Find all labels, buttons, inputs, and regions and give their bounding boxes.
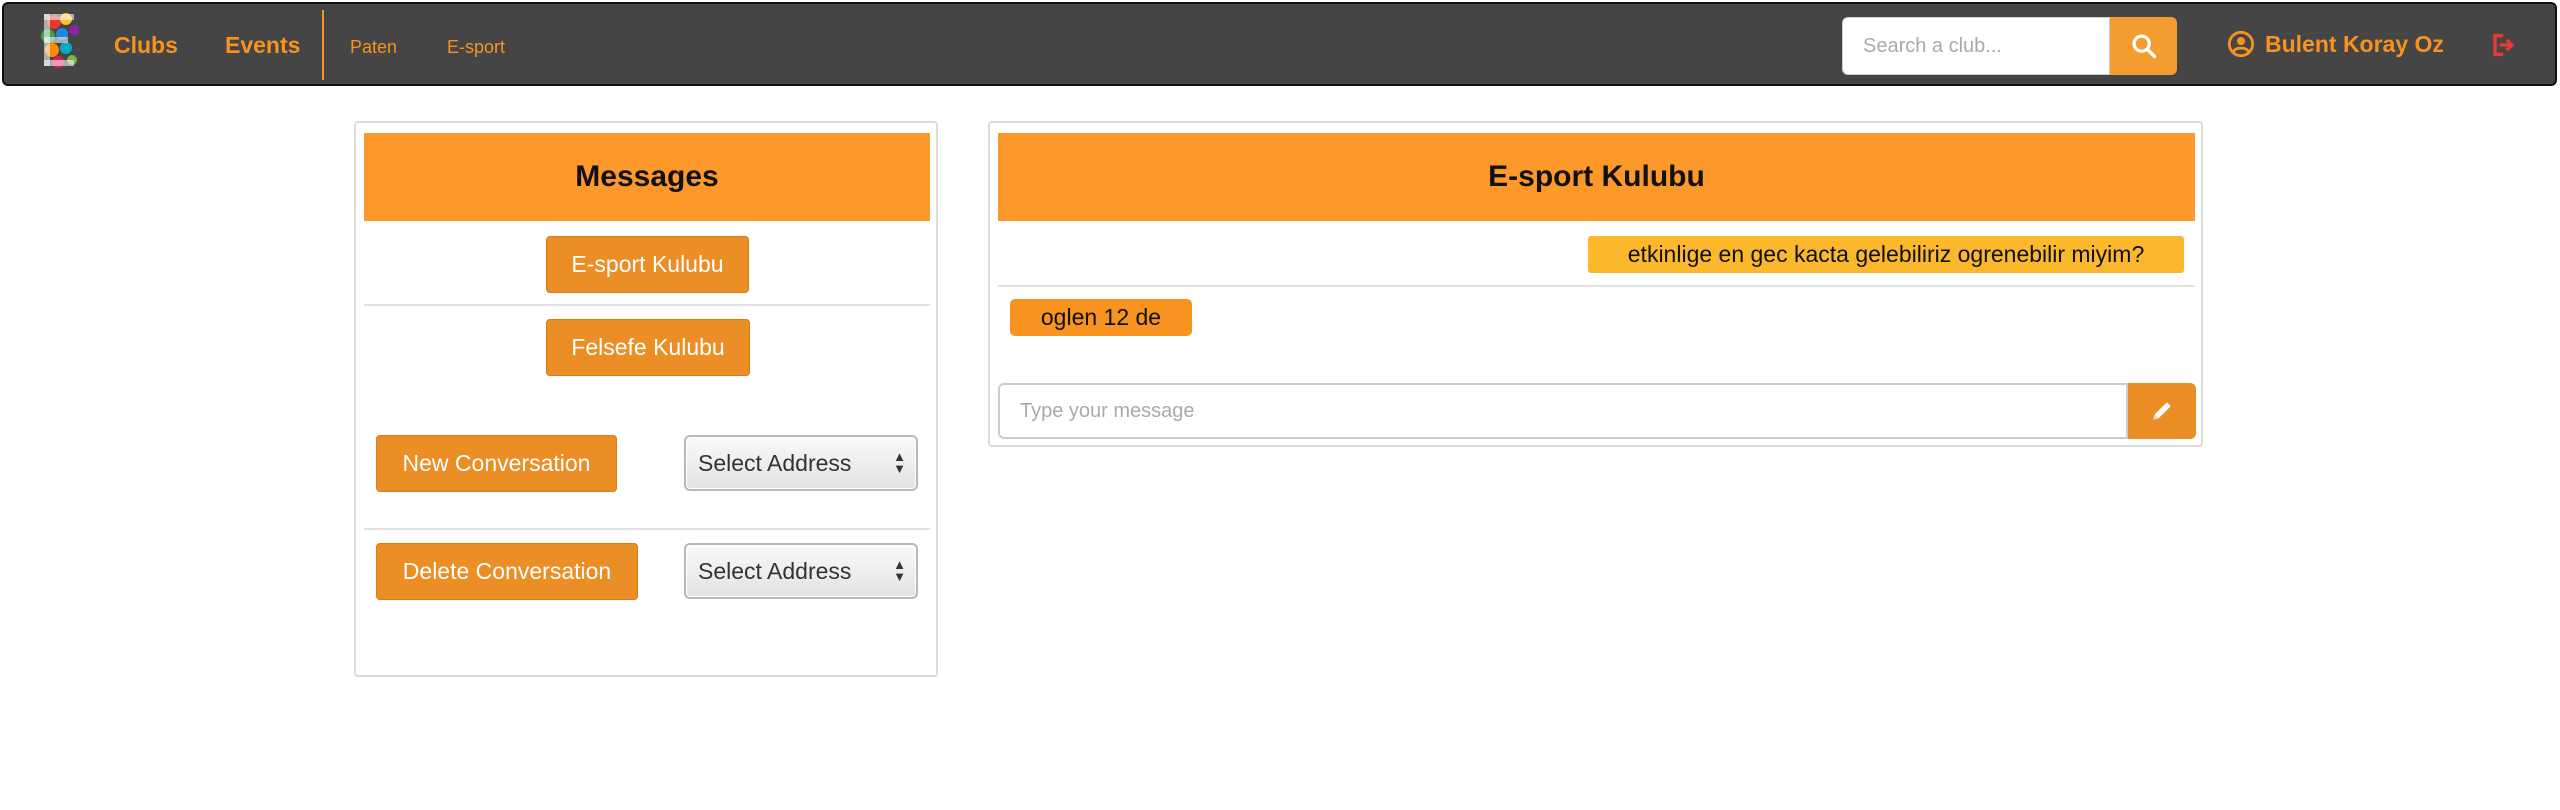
user-menu[interactable]: Bulent Koray Oz: [2227, 30, 2444, 58]
nav-events-link[interactable]: Events: [225, 30, 300, 60]
message-sent: etkinlige en gec kacta gelebiliriz ogren…: [1588, 236, 2184, 273]
delete-conversation-button[interactable]: Delete Conversation: [376, 543, 638, 600]
conversation-felsefe-button[interactable]: Felsefe Kulubu: [546, 319, 750, 376]
nav-divider: [322, 10, 324, 80]
nav-sub-link-paten[interactable]: Paten: [350, 35, 397, 59]
conversation-divider: [364, 304, 930, 306]
search-input[interactable]: [1842, 17, 2110, 75]
club-logo[interactable]: [34, 10, 90, 70]
logout-icon: [2493, 33, 2515, 57]
conversation-esport-button[interactable]: E-sport Kulubu: [546, 236, 749, 293]
message-received: oglen 12 de: [1010, 299, 1192, 336]
messages-panel: Messages E-sport Kulubu Felsefe Kulubu N…: [354, 121, 938, 677]
delete-conversation-address-select[interactable]: Select Address ▲ ▼: [684, 543, 918, 599]
top-navbar: Clubs Events Paten E-sport Bulent Koray …: [2, 2, 2557, 86]
search-icon: [2131, 34, 2156, 59]
user-name: Bulent Koray Oz: [2265, 30, 2444, 57]
message-input[interactable]: [998, 383, 2128, 439]
nav-sub-link-esport[interactable]: E-sport: [447, 35, 505, 59]
section-divider: [364, 528, 930, 530]
pencil-icon: [2153, 402, 2171, 420]
chat-divider: [998, 285, 2195, 287]
chat-title: E-sport Kulubu: [998, 133, 2195, 221]
select-address-value: Select Address: [698, 449, 852, 476]
select-address-value: Select Address: [698, 557, 852, 584]
select-arrows-icon: ▲ ▼: [893, 449, 906, 476]
search-button[interactable]: [2110, 17, 2177, 75]
messages-panel-title: Messages: [364, 133, 930, 221]
new-conversation-button[interactable]: New Conversation: [376, 435, 617, 492]
logout-button[interactable]: [2488, 31, 2516, 64]
chat-panel: E-sport Kulubu etkinlige en gec kacta ge…: [988, 121, 2203, 447]
user-circle-icon: [2227, 30, 2255, 58]
nav-clubs-link[interactable]: Clubs: [114, 30, 178, 60]
send-message-button[interactable]: [2128, 383, 2196, 439]
new-conversation-address-select[interactable]: Select Address ▲ ▼: [684, 435, 918, 491]
select-arrows-icon: ▲ ▼: [893, 557, 906, 584]
